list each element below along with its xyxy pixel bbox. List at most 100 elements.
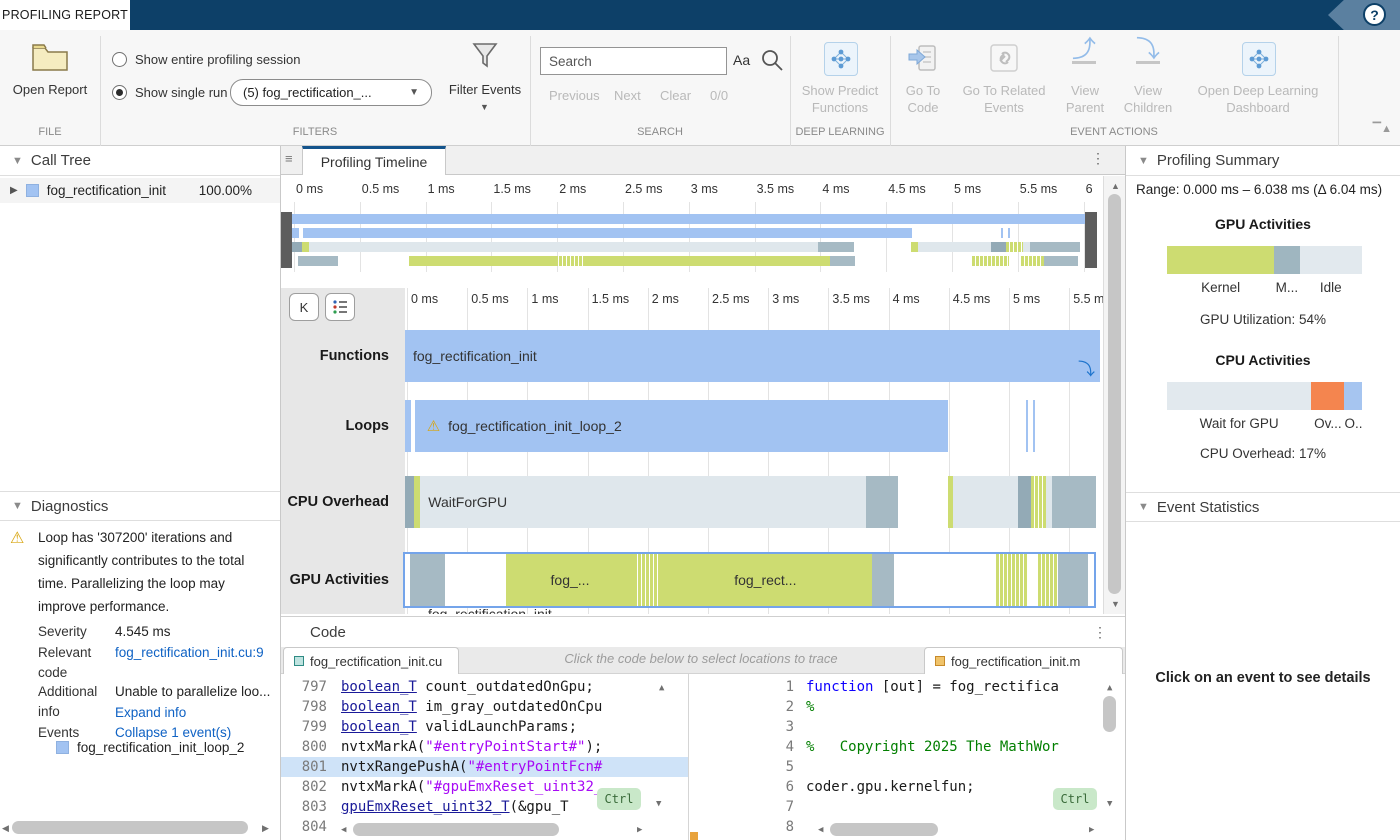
event-segment[interactable] bbox=[1052, 476, 1096, 528]
event-bar[interactable] bbox=[584, 256, 830, 266]
overview-track-functions[interactable] bbox=[292, 214, 1085, 224]
range-handle-left[interactable] bbox=[281, 212, 292, 268]
event-segment[interactable] bbox=[918, 242, 992, 252]
scrollbar-thumb[interactable] bbox=[353, 823, 559, 836]
event-segment[interactable] bbox=[1031, 476, 1046, 528]
radio-entire-session[interactable]: Show entire profiling session bbox=[112, 52, 300, 67]
event-bar[interactable]: ⚠fog_rectification_init_loop_2 bbox=[415, 400, 949, 452]
go-to-related-events-label[interactable]: Go To Related Events bbox=[958, 82, 1050, 116]
gpu-segments[interactable]: fog_...fog_rect... bbox=[405, 554, 1094, 606]
filter-events-caret-icon[interactable]: ▼ bbox=[480, 102, 489, 112]
scroll-left-icon[interactable]: ◀ bbox=[2, 822, 9, 834]
event-segment[interactable] bbox=[953, 476, 1018, 528]
event-bar[interactable]: fog_rectification_init⤵ bbox=[405, 330, 1100, 382]
help-button[interactable]: ? bbox=[1363, 3, 1386, 26]
event-bar[interactable]: fog_... bbox=[506, 554, 633, 606]
view-parent-button[interactable]: ⤴ bbox=[1072, 40, 1096, 64]
event-segment[interactable] bbox=[1030, 242, 1080, 252]
scroll-right-icon[interactable]: ▶ bbox=[262, 822, 269, 834]
event-segment[interactable] bbox=[1023, 242, 1030, 252]
event-segment[interactable] bbox=[1038, 554, 1058, 606]
scroll-down-icon[interactable]: ▼ bbox=[656, 798, 661, 810]
event-segment[interactable] bbox=[1026, 400, 1028, 452]
event-segment[interactable] bbox=[292, 242, 302, 252]
code-text[interactable]: % Copyright 2025 The MathWor bbox=[806, 739, 1059, 755]
match-case-button[interactable]: Aa bbox=[733, 52, 750, 68]
track-functions[interactable]: fog_rectification_init⤵ bbox=[405, 330, 1100, 382]
event-segment[interactable] bbox=[634, 554, 659, 606]
track-loops[interactable]: ⚠fog_rectification_init_loop_2 bbox=[405, 400, 1100, 452]
event-segment[interactable] bbox=[991, 242, 1006, 252]
event-statistics-header[interactable]: ▼ Event Statistics bbox=[1126, 492, 1400, 522]
timeline-vertical-scrollbar[interactable]: ▲ ▼ bbox=[1103, 176, 1125, 614]
collapse-ribbon-icon[interactable]: ▔▲ bbox=[1373, 122, 1392, 135]
code-line-2[interactable]: 2% bbox=[690, 697, 1125, 717]
call-tree-header[interactable]: ▼ Call Tree bbox=[0, 146, 280, 176]
panel-options-icon[interactable]: ⋮ bbox=[1093, 624, 1107, 641]
profiling-summary-header[interactable]: ▼ Profiling Summary bbox=[1126, 146, 1400, 176]
event-segment[interactable] bbox=[872, 554, 894, 606]
radio-icon-selected[interactable] bbox=[112, 85, 127, 100]
event-segment[interactable] bbox=[1033, 400, 1035, 452]
filter-events-button[interactable] bbox=[472, 42, 498, 75]
collapse-triangle-icon[interactable]: ▼ bbox=[1138, 155, 1149, 167]
overview-track-loops[interactable] bbox=[292, 228, 1085, 238]
go-to-code-button[interactable] bbox=[907, 42, 939, 79]
code-text[interactable]: % bbox=[806, 699, 814, 715]
code-line-1[interactable]: 1function [out] = fog_rectifica bbox=[690, 677, 1125, 697]
diagnostics-header[interactable]: ▼ Diagnostics bbox=[0, 491, 280, 521]
view-children-button[interactable]: ⤵ bbox=[1136, 40, 1160, 64]
view-parent-label[interactable]: View Parent bbox=[1055, 82, 1115, 116]
event-segment[interactable] bbox=[302, 242, 309, 252]
search-next-button[interactable]: Next bbox=[614, 88, 641, 103]
scroll-left-icon[interactable]: ◀ bbox=[818, 824, 823, 836]
relevant-code-link[interactable]: fog_rectification_init.cu:9 bbox=[115, 643, 278, 663]
scrollbar-thumb[interactable] bbox=[1103, 696, 1116, 732]
scroll-up-icon[interactable]: ▲ bbox=[659, 682, 664, 694]
code-line-801[interactable]: 801nvtxRangePushA("#entryPointFcn# bbox=[281, 757, 688, 777]
scrollbar-thumb[interactable] bbox=[12, 821, 248, 834]
panel-options-icon[interactable]: ⋮ bbox=[1091, 150, 1105, 167]
range-handle-right[interactable] bbox=[1085, 212, 1097, 268]
scroll-left-icon[interactable]: ◀ bbox=[341, 824, 346, 836]
event-segment[interactable] bbox=[1058, 554, 1088, 606]
scroll-right-icon[interactable]: ▶ bbox=[637, 824, 642, 836]
event-bar[interactable] bbox=[303, 228, 912, 238]
event-segment[interactable] bbox=[830, 256, 855, 266]
go-to-code-label[interactable]: Go To Code bbox=[896, 82, 950, 116]
event-segment[interactable] bbox=[972, 256, 1008, 266]
code-text[interactable]: gpuEmxReset_uint32_T(&gpu_T bbox=[341, 799, 569, 815]
event-segment[interactable] bbox=[292, 228, 299, 238]
goto-children-icon[interactable]: ⤵ bbox=[1078, 355, 1095, 380]
code-line-3[interactable]: 3 bbox=[690, 717, 1125, 737]
panel-menu-icon[interactable]: ≡ bbox=[285, 151, 293, 166]
code-text[interactable]: boolean_T im_gray_outdatedOnCpu bbox=[341, 699, 602, 715]
search-input[interactable] bbox=[540, 47, 727, 75]
scroll-down-icon[interactable]: ▼ bbox=[1111, 598, 1120, 610]
event-segment[interactable] bbox=[1044, 256, 1078, 266]
show-predict-functions-button[interactable] bbox=[824, 42, 858, 76]
track-cpu-overhead[interactable]: WaitForGPU bbox=[405, 476, 1100, 528]
call-tree-row-label[interactable]: fog_rectification_init bbox=[47, 183, 166, 198]
code-line-4[interactable]: 4% Copyright 2025 The MathWor bbox=[690, 737, 1125, 757]
event-segment[interactable] bbox=[1008, 228, 1010, 238]
code-text[interactable]: nvtxMarkA("#entryPointStart#"); bbox=[341, 739, 602, 755]
code-line-800[interactable]: 800nvtxMarkA("#entryPointStart#"); bbox=[281, 737, 688, 757]
event-segment[interactable] bbox=[410, 554, 445, 606]
event-bar[interactable] bbox=[292, 214, 1085, 224]
event-segment[interactable] bbox=[1021, 256, 1044, 266]
open-report-button[interactable] bbox=[31, 42, 69, 77]
view-children-label[interactable]: View Children bbox=[1113, 82, 1183, 116]
code-line-798[interactable]: 798boolean_T im_gray_outdatedOnCpu bbox=[281, 697, 688, 717]
scrollbar-thumb[interactable] bbox=[830, 823, 938, 836]
code-text[interactable]: function [out] = fog_rectifica bbox=[806, 679, 1059, 695]
diagnostic-event-chip[interactable]: fog_rectification_init_loop_2 bbox=[56, 740, 244, 755]
code-line-5[interactable]: 5 bbox=[690, 757, 1125, 777]
expand-info-link[interactable]: Expand info bbox=[115, 703, 278, 723]
radio-single-run[interactable]: Show single run bbox=[112, 85, 228, 100]
code-text[interactable]: coder.gpu.kernelfun; bbox=[806, 779, 975, 795]
event-bar[interactable] bbox=[309, 242, 817, 252]
filter-events-label[interactable]: Filter Events bbox=[440, 82, 530, 97]
event-segment[interactable] bbox=[996, 554, 1028, 606]
event-segment[interactable] bbox=[405, 400, 411, 452]
